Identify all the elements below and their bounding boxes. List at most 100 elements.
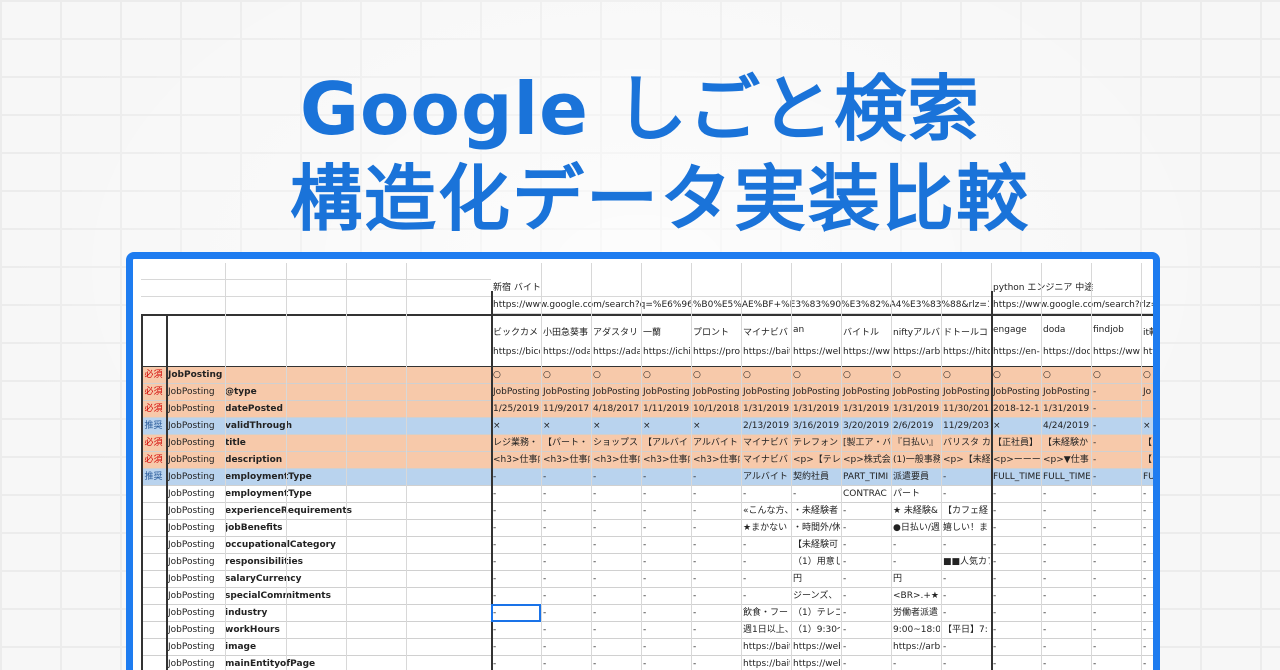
value-cell[interactable]: -	[1141, 622, 1153, 638]
value-cell[interactable]: -	[491, 554, 540, 570]
value-cell[interactable]: -	[1141, 571, 1153, 587]
value-cell[interactable]: マイナビバ	[741, 452, 790, 468]
value-cell[interactable]: -	[641, 537, 690, 553]
value-cell[interactable]: レジ業務・	[491, 435, 540, 451]
value-cell[interactable]: 1/31/2019	[741, 401, 790, 417]
value-cell[interactable]: -	[1041, 503, 1090, 519]
value-cell[interactable]: -	[591, 486, 640, 502]
value-cell[interactable]: -	[991, 571, 1040, 587]
value-cell[interactable]: -	[591, 503, 640, 519]
value-cell[interactable]: -	[741, 588, 790, 604]
value-cell[interactable]: -	[641, 656, 690, 670]
value-cell[interactable]: ×	[991, 418, 1040, 434]
value-cell[interactable]: -	[641, 554, 690, 570]
value-cell[interactable]: -	[641, 486, 690, 502]
value-cell[interactable]: -	[791, 486, 840, 502]
value-cell[interactable]: <h3>仕事内	[491, 452, 540, 468]
value-cell[interactable]: https://arbe	[891, 639, 940, 655]
value-cell[interactable]: 3/16/2019	[791, 418, 840, 434]
value-cell[interactable]: -	[1091, 435, 1140, 451]
value-cell[interactable]: -	[1091, 469, 1140, 485]
value-cell[interactable]: [製工ア・バ	[841, 435, 890, 451]
value-cell[interactable]: 円	[791, 571, 840, 587]
value-cell[interactable]: -	[991, 503, 1040, 519]
value-cell[interactable]: -	[641, 520, 690, 536]
value-cell[interactable]: JobPosting	[491, 384, 540, 400]
value-cell[interactable]: 11/9/2017	[541, 401, 590, 417]
value-cell[interactable]: 【パート・	[541, 435, 590, 451]
value-cell[interactable]: -	[1091, 401, 1140, 417]
value-cell[interactable]: ○	[491, 367, 540, 383]
value-cell[interactable]: -	[1091, 605, 1140, 621]
value-cell[interactable]: 【正社員】	[991, 435, 1040, 451]
value-cell[interactable]: -	[841, 656, 890, 670]
value-cell[interactable]: 【	[1141, 435, 1153, 451]
value-cell[interactable]: -	[541, 622, 590, 638]
value-cell[interactable]: -	[841, 622, 890, 638]
value-cell[interactable]: 【	[1141, 452, 1153, 468]
value-cell[interactable]: -	[541, 639, 590, 655]
value-cell[interactable]: -	[991, 486, 1040, 502]
value-cell[interactable]: -	[591, 605, 640, 621]
value-cell[interactable]: -	[691, 554, 740, 570]
value-cell[interactable]: -	[691, 486, 740, 502]
value-cell[interactable]: -	[541, 520, 590, 536]
value-cell[interactable]: -	[541, 503, 590, 519]
value-cell[interactable]: «こんな方、	[741, 503, 790, 519]
value-cell[interactable]: -	[1041, 537, 1090, 553]
selected-cell[interactable]	[491, 604, 541, 622]
value-cell[interactable]: -	[691, 571, 740, 587]
value-cell[interactable]: -	[741, 537, 790, 553]
value-cell[interactable]: テレフォン	[791, 435, 840, 451]
value-cell[interactable]: 飲食・フー	[741, 605, 790, 621]
value-cell[interactable]: -	[1091, 486, 1140, 502]
value-cell[interactable]: -	[1141, 639, 1153, 655]
value-cell[interactable]: （1）テレコ	[791, 605, 840, 621]
value-cell[interactable]: -	[1041, 554, 1090, 570]
value-cell[interactable]: アルバイト	[691, 435, 740, 451]
value-cell[interactable]: -	[991, 537, 1040, 553]
value-cell[interactable]: -	[1091, 622, 1140, 638]
value-cell[interactable]: https://weba	[791, 639, 840, 655]
value-cell[interactable]: -	[541, 554, 590, 570]
value-cell[interactable]: 2/6/2019	[891, 418, 940, 434]
value-cell[interactable]: 【アルバイ	[641, 435, 690, 451]
value-cell[interactable]: -	[841, 537, 890, 553]
value-cell[interactable]: -	[591, 520, 640, 536]
value-cell[interactable]: JobPosting	[841, 384, 890, 400]
value-cell[interactable]: -	[841, 588, 890, 604]
value-cell[interactable]: -	[1141, 520, 1153, 536]
value-cell[interactable]: ・未経験者	[791, 503, 840, 519]
value-cell[interactable]: 円	[891, 571, 940, 587]
value-cell[interactable]: ○	[641, 367, 690, 383]
value-cell[interactable]: 週1日以上、	[741, 622, 790, 638]
value-cell[interactable]: 1/11/2019	[641, 401, 690, 417]
value-cell[interactable]: JobPosting	[791, 384, 840, 400]
value-cell[interactable]: -	[491, 622, 540, 638]
value-cell[interactable]: 【未経験可	[791, 537, 840, 553]
value-cell[interactable]: ○	[741, 367, 790, 383]
value-cell[interactable]: FU	[1141, 469, 1153, 485]
value-cell[interactable]: -	[541, 537, 590, 553]
value-cell[interactable]: (1)一般事務	[891, 452, 940, 468]
value-cell[interactable]: <p>【未経	[941, 452, 990, 468]
value-cell[interactable]: -	[1141, 605, 1153, 621]
value-cell[interactable]: -	[691, 588, 740, 604]
value-cell[interactable]: 11/30/2015	[941, 401, 990, 417]
value-cell[interactable]: JobPosting	[991, 384, 1040, 400]
value-cell[interactable]: -	[691, 605, 740, 621]
value-cell[interactable]: （1）9:30～	[791, 622, 840, 638]
value-cell[interactable]: -	[841, 639, 890, 655]
value-cell[interactable]: ○	[841, 367, 890, 383]
value-cell[interactable]: -	[991, 588, 1040, 604]
value-cell[interactable]: ○	[891, 367, 940, 383]
value-cell[interactable]: 3/20/2019	[841, 418, 890, 434]
value-cell[interactable]: -	[991, 605, 1040, 621]
value-cell[interactable]: -	[541, 605, 590, 621]
value-cell[interactable]: アルバイト	[741, 469, 790, 485]
value-cell[interactable]: ×	[491, 418, 540, 434]
value-cell[interactable]: -	[591, 554, 640, 570]
value-cell[interactable]: ★まかない	[741, 520, 790, 536]
value-cell[interactable]: <h3>仕事内	[641, 452, 690, 468]
value-cell[interactable]: 1/31/2019	[841, 401, 890, 417]
